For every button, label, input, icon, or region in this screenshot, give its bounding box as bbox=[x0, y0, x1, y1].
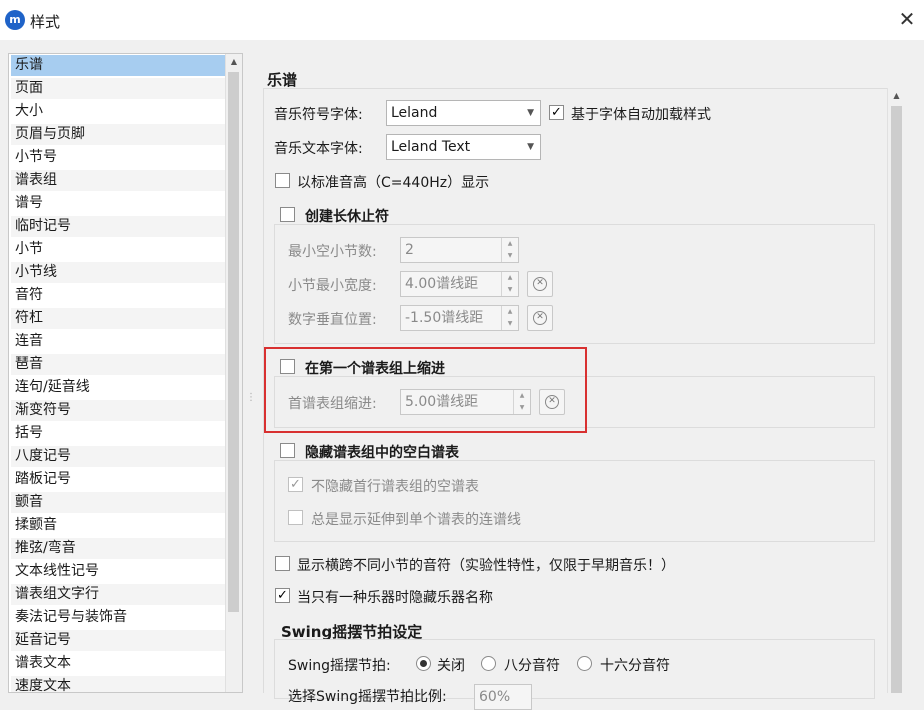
sidebar-item[interactable]: 奏法记号与装饰音 bbox=[11, 607, 226, 628]
mmrest-title: 创建长休止符 bbox=[305, 209, 389, 225]
swing-eighth-label: 八分音符 bbox=[504, 658, 560, 674]
sidebar-item[interactable]: 大小 bbox=[11, 101, 226, 122]
settings-scrollbar-thumb[interactable] bbox=[891, 106, 902, 693]
auto-load-style-checkbox[interactable]: ✓ bbox=[549, 105, 564, 120]
style-category-list[interactable]: 乐谱 页面 大小 页眉与页脚 小节号 谱表组 谱号 临时记号 小节 小节线 音符 符杠 连音 琶音 连句/延… bbox=[8, 53, 243, 693]
sidebar-item[interactable]: 颤音 bbox=[11, 492, 226, 513]
swing-sixteenth-label: 十六分音符 bbox=[600, 658, 670, 674]
swing-ratio-spinbox[interactable]: 60% bbox=[474, 684, 532, 710]
swing-eighth-radio[interactable] bbox=[481, 656, 496, 671]
reset-number-vpos-button[interactable]: ✕ bbox=[527, 305, 553, 331]
reset-min-width-button[interactable]: ✕ bbox=[527, 271, 553, 297]
sidebar-item[interactable]: 音符 bbox=[11, 285, 226, 306]
number-vpos-value: -1.50谱线距 bbox=[405, 310, 484, 326]
cross-measure-checkbox[interactable] bbox=[275, 556, 290, 571]
splitter-handle[interactable]: ⋮ bbox=[246, 392, 256, 403]
sidebar-item[interactable]: 连音 bbox=[11, 331, 226, 352]
scroll-up-icon[interactable]: ▲ bbox=[888, 88, 905, 104]
swing-sixteenth-radio[interactable] bbox=[577, 656, 592, 671]
sidebar-item[interactable]: 速度文本 bbox=[11, 676, 226, 692]
swing-ratio-value: 60% bbox=[479, 689, 511, 705]
sidebar-item[interactable]: 揉颤音 bbox=[11, 515, 226, 536]
dont-hide-first-system-checkbox[interactable]: ✓ bbox=[288, 477, 303, 492]
sidebar-item[interactable]: 乐谱 bbox=[11, 55, 226, 76]
highlight-box bbox=[264, 347, 587, 433]
hide-instrument-name-label: 当只有一种乐器时隐藏乐器名称 bbox=[297, 590, 493, 606]
sidebar-item[interactable]: 推弦/弯音 bbox=[11, 538, 226, 559]
sidebar-item[interactable]: 谱表文本 bbox=[11, 653, 226, 674]
swing-label: Swing摇摆节拍: bbox=[288, 658, 391, 674]
sidebar-item[interactable]: 小节 bbox=[11, 239, 226, 260]
sidebar-item[interactable]: 连句/延音线 bbox=[11, 377, 226, 398]
chevron-down-icon: ▼ bbox=[527, 142, 534, 152]
min-measure-width-label: 小节最小宽度: bbox=[288, 278, 377, 294]
hide-empty-staves-group bbox=[274, 460, 875, 542]
section-title: 乐谱 bbox=[267, 71, 298, 89]
chevron-down-icon: ▼ bbox=[527, 108, 534, 118]
musescore-app-icon: m bbox=[5, 10, 25, 30]
spin-arrows-icon[interactable]: ▲ ▼ bbox=[501, 272, 518, 296]
text-font-select[interactable]: Leland Text ▼ bbox=[386, 134, 541, 160]
swing-ratio-label: 选择Swing摇摆节拍比例: bbox=[288, 689, 447, 705]
scroll-up-icon[interactable]: ▲ bbox=[226, 54, 242, 70]
text-font-value: Leland Text bbox=[391, 139, 471, 155]
sidebar-item[interactable]: 括号 bbox=[11, 423, 226, 444]
min-empty-measures-value: 2 bbox=[405, 242, 414, 258]
number-vpos-spinbox[interactable]: -1.50谱线距 ▲ ▼ bbox=[400, 305, 519, 331]
sidebar-item[interactable]: 页面 bbox=[11, 78, 226, 99]
spin-arrows-icon[interactable]: ▲ ▼ bbox=[501, 238, 518, 262]
music-font-select[interactable]: Leland ▼ bbox=[386, 100, 541, 126]
min-empty-measures-label: 最小空小节数: bbox=[288, 244, 377, 260]
hide-empty-staves-title: 隐藏谱表组中的空白谱表 bbox=[305, 445, 459, 461]
sidebar-item[interactable]: 谱表组文字行 bbox=[11, 584, 226, 605]
reset-icon: ✕ bbox=[533, 311, 547, 325]
title-bar: m 样式 ✕ bbox=[0, 0, 924, 40]
music-font-label: 音乐符号字体: bbox=[274, 107, 363, 123]
sidebar-item[interactable]: 谱号 bbox=[11, 193, 226, 214]
sidebar-item[interactable]: 文本线性记号 bbox=[11, 561, 226, 582]
auto-load-style-label: 基于字体自动加载样式 bbox=[571, 107, 711, 123]
sidebar-item[interactable]: 谱表组 bbox=[11, 170, 226, 191]
number-vpos-label: 数字垂直位置: bbox=[288, 312, 377, 328]
sidebar-item[interactable]: 临时记号 bbox=[11, 216, 226, 237]
close-icon[interactable]: ✕ bbox=[896, 8, 918, 30]
min-measure-width-spinbox[interactable]: 4.00谱线距 ▲ ▼ bbox=[400, 271, 519, 297]
sidebar-item[interactable]: 小节线 bbox=[11, 262, 226, 283]
sidebar-item[interactable]: 八度记号 bbox=[11, 446, 226, 467]
sidebar-item[interactable]: 符杠 bbox=[11, 308, 226, 329]
concert-pitch-checkbox[interactable] bbox=[275, 173, 290, 188]
music-font-value: Leland bbox=[391, 105, 438, 121]
text-font-label: 音乐文本字体: bbox=[274, 141, 363, 157]
hide-instrument-name-checkbox[interactable]: ✓ bbox=[275, 588, 290, 603]
list-scrollbar-thumb[interactable] bbox=[228, 72, 239, 612]
sidebar-item[interactable]: 页眉与页脚 bbox=[11, 124, 226, 145]
min-empty-measures-spinbox[interactable]: 2 ▲ ▼ bbox=[400, 237, 519, 263]
swing-off-radio[interactable] bbox=[416, 656, 431, 671]
window-title: 样式 bbox=[30, 13, 61, 31]
swing-off-label: 关闭 bbox=[437, 658, 465, 674]
sidebar-item[interactable]: 延音记号 bbox=[11, 630, 226, 651]
reset-icon: ✕ bbox=[533, 277, 547, 291]
mmrest-checkbox[interactable] bbox=[280, 207, 295, 222]
min-measure-width-value: 4.00谱线距 bbox=[405, 276, 479, 292]
dont-hide-first-system-label: 不隐藏首行谱表组的空谱表 bbox=[311, 479, 479, 495]
hide-empty-staves-checkbox[interactable] bbox=[280, 443, 295, 458]
always-show-bracket-checkbox[interactable] bbox=[288, 510, 303, 525]
concert-pitch-label: 以标准音高（C=440Hz）显示 bbox=[297, 175, 490, 191]
sidebar-item[interactable]: 渐变符号 bbox=[11, 400, 226, 421]
sidebar-item[interactable]: 小节号 bbox=[11, 147, 226, 168]
sidebar-item[interactable]: 踏板记号 bbox=[11, 469, 226, 490]
settings-scrollbar[interactable]: ▲ bbox=[887, 88, 905, 693]
list-scrollbar[interactable]: ▲ bbox=[225, 54, 242, 692]
spin-arrows-icon[interactable]: ▲ ▼ bbox=[501, 306, 518, 330]
cross-measure-label: 显示横跨不同小节的音符（实验性特性，仅限于早期音乐！） bbox=[297, 558, 675, 574]
sidebar-item[interactable]: 琶音 bbox=[11, 354, 226, 375]
always-show-bracket-label: 总是显示延伸到单个谱表的连谱线 bbox=[311, 512, 521, 528]
